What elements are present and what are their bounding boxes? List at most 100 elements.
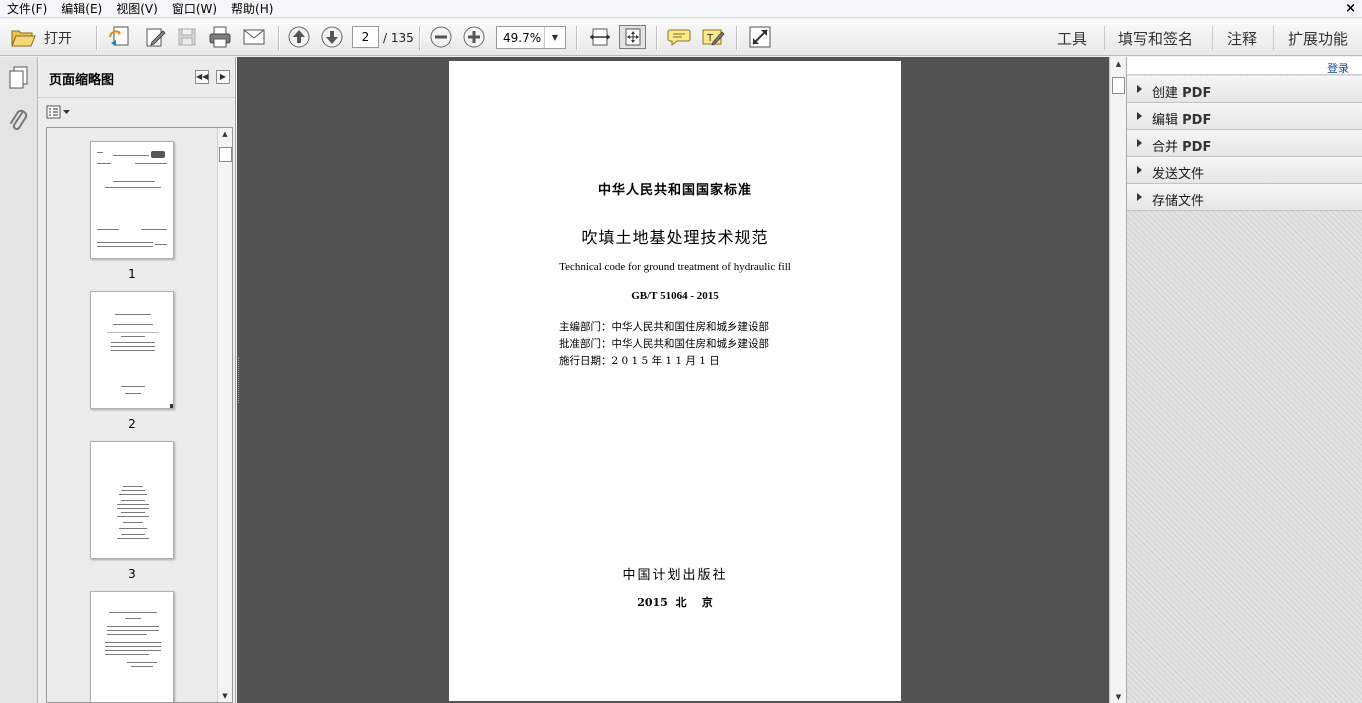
menu-bar: 文件(F) 编辑(E) 视图(V) 窗口(W) 帮助(H) × bbox=[0, 0, 1362, 18]
tab-comment[interactable]: 注释 bbox=[1227, 28, 1257, 49]
zoom-out-icon bbox=[430, 26, 452, 48]
page-up-button[interactable] bbox=[286, 25, 312, 49]
doc-code: GB/T 51064 - 2015 bbox=[631, 290, 719, 302]
scroll-up-arrow-icon[interactable]: ▲ bbox=[218, 130, 232, 138]
thumbnail-list: 1 2 3 ▲ ▼ bbox=[46, 127, 233, 703]
menu-help[interactable]: 帮助(H) bbox=[224, 0, 280, 18]
fit-page-icon bbox=[625, 28, 640, 46]
create-pdf-icon bbox=[109, 26, 129, 46]
panel-item-store-file[interactable]: 存储文件 bbox=[1127, 184, 1362, 211]
menu-view[interactable]: 视图(V) bbox=[109, 0, 165, 18]
thumbnail-page-1[interactable] bbox=[90, 141, 174, 259]
create-pdf-button[interactable] bbox=[106, 25, 134, 49]
scroll-down-arrow-icon[interactable]: ▼ bbox=[1112, 693, 1125, 701]
doc-publisher: 中国计划出版社 bbox=[622, 568, 728, 583]
panel-item-label: 发送文件 bbox=[1152, 167, 1205, 182]
highlight-icon: T bbox=[702, 29, 725, 46]
panel-item-suffix: PDF bbox=[1182, 140, 1212, 155]
tab-fill-sign[interactable]: 填写和签名 bbox=[1118, 28, 1193, 49]
viewer-scroll-thumb[interactable] bbox=[1112, 77, 1125, 94]
comment-button[interactable] bbox=[666, 25, 692, 49]
fullscreen-button[interactable] bbox=[746, 25, 774, 49]
doc-effective-date: 施行日期：2 0 1 5 年 1 1 月 1 日 bbox=[559, 355, 720, 367]
tab-tools[interactable]: 工具 bbox=[1057, 28, 1087, 49]
scroll-down-arrow-icon[interactable]: ▼ bbox=[218, 692, 232, 700]
panel-item-label: 存储文件 bbox=[1152, 194, 1205, 209]
menu-window[interactable]: 窗口(W) bbox=[165, 0, 224, 18]
panel-item-suffix: PDF bbox=[1182, 86, 1212, 101]
panel-item-label: 创建 bbox=[1152, 86, 1183, 101]
thumbnail-panel: 页面缩略图 ◀◀ ▶ 1 2 3 ▲ ▼ bbox=[38, 57, 236, 703]
doc-approval-dept: 批准部门：中华人民共和国住房和城乡建设部 bbox=[559, 338, 769, 350]
doc-title: 吹填土地基处理技术规范 bbox=[581, 228, 769, 247]
panel-item-send-file[interactable]: 发送文件 bbox=[1127, 157, 1362, 184]
expand-triangle-icon bbox=[1137, 193, 1142, 201]
attachments-button[interactable] bbox=[8, 107, 30, 138]
menu-edit[interactable]: 编辑(E) bbox=[54, 0, 109, 18]
thumbnail-page-3[interactable] bbox=[90, 441, 174, 559]
expand-triangle-icon bbox=[1137, 139, 1142, 147]
open-button[interactable] bbox=[8, 25, 38, 49]
panel-item-label: 编辑 bbox=[1152, 113, 1183, 128]
page-number-input[interactable]: 2 bbox=[352, 26, 379, 48]
zoom-value: 49.7% bbox=[503, 31, 542, 45]
expand-panel-button[interactable]: ▶ bbox=[216, 70, 230, 84]
chevron-down-icon[interactable]: ▼ bbox=[544, 27, 565, 48]
toolbar-separator bbox=[1273, 26, 1274, 50]
edit-button[interactable] bbox=[142, 25, 168, 49]
fit-page-button[interactable] bbox=[619, 25, 646, 49]
window-close-button[interactable]: × bbox=[1345, 0, 1356, 18]
comment-icon bbox=[667, 29, 691, 47]
thumbnail-scroll-thumb[interactable] bbox=[219, 147, 232, 162]
toolbar-separator bbox=[96, 26, 97, 50]
highlight-button[interactable]: T bbox=[700, 25, 726, 49]
pages-panel-button[interactable] bbox=[8, 65, 30, 92]
doc-pub-place: 2015 北 京 bbox=[637, 596, 713, 609]
thumbnail-scrollbar[interactable]: ▲ ▼ bbox=[217, 128, 232, 702]
doc-editor-dept: 主编部门：中华人民共和国住房和城乡建设部 bbox=[559, 321, 769, 333]
toolbar: 打开 2 / 135 49.7% ▼ T 工具 填写和签名 注释 扩展功能 bbox=[0, 19, 1362, 56]
doc-title-en: Technical code for ground treatment of h… bbox=[559, 261, 791, 273]
panel-item-edit-pdf[interactable]: 编辑 PDF bbox=[1127, 103, 1362, 130]
edit-icon bbox=[146, 28, 166, 47]
zoom-in-button[interactable] bbox=[461, 25, 487, 49]
print-button[interactable] bbox=[206, 25, 234, 49]
page-total-label: / 135 bbox=[383, 31, 414, 45]
pages-panel-icon bbox=[9, 66, 28, 89]
page-up-icon bbox=[288, 26, 310, 48]
thumbnail-page-2[interactable] bbox=[90, 291, 174, 409]
viewer-scrollbar[interactable]: ▲ ▼ bbox=[1109, 57, 1126, 703]
collapse-panel-button[interactable]: ◀◀ bbox=[195, 70, 209, 84]
zoom-select[interactable]: 49.7% ▼ bbox=[496, 26, 566, 49]
thumbnail-options-button[interactable] bbox=[46, 105, 72, 122]
toolbar-separator bbox=[1212, 26, 1213, 50]
email-button[interactable] bbox=[240, 25, 268, 49]
page-down-button[interactable] bbox=[319, 25, 345, 49]
thumbnail-page-4[interactable] bbox=[90, 591, 174, 702]
pdf-page: 中华人民共和国国家标准 吹填土地基处理技术规范 Technical code f… bbox=[449, 61, 901, 701]
fit-width-icon bbox=[590, 28, 610, 46]
panel-item-create-pdf[interactable]: 创建 PDF bbox=[1127, 76, 1362, 103]
fit-width-button[interactable] bbox=[587, 25, 613, 49]
panel-item-suffix: PDF bbox=[1182, 113, 1212, 128]
save-button[interactable] bbox=[174, 25, 200, 49]
navigation-rail bbox=[0, 57, 38, 703]
toolbar-separator bbox=[278, 26, 279, 50]
login-strip: 登录 bbox=[1127, 57, 1362, 75]
toolbar-separator bbox=[419, 26, 420, 50]
menu-file[interactable]: 文件(F) bbox=[0, 0, 54, 18]
login-link[interactable]: 登录 bbox=[1327, 60, 1349, 76]
open-label[interactable]: 打开 bbox=[44, 28, 72, 48]
panel-item-combine-pdf[interactable]: 合并 PDF bbox=[1127, 130, 1362, 157]
thumbnail-panel-header: 页面缩略图 ◀◀ ▶ bbox=[38, 57, 235, 98]
toolbar-separator bbox=[736, 26, 737, 50]
document-viewer: 中华人民共和国国家标准 吹填土地基处理技术规范 Technical code f… bbox=[241, 57, 1109, 703]
zoom-out-button[interactable] bbox=[428, 25, 454, 49]
fullscreen-icon bbox=[749, 26, 771, 48]
scroll-up-arrow-icon[interactable]: ▲ bbox=[1112, 60, 1125, 68]
panel-item-label: 合并 bbox=[1152, 140, 1183, 155]
toolbar-separator bbox=[1104, 26, 1105, 50]
toolbar-separator bbox=[576, 26, 577, 50]
tab-extended[interactable]: 扩展功能 bbox=[1288, 28, 1348, 49]
toolbar-separator bbox=[656, 26, 657, 50]
